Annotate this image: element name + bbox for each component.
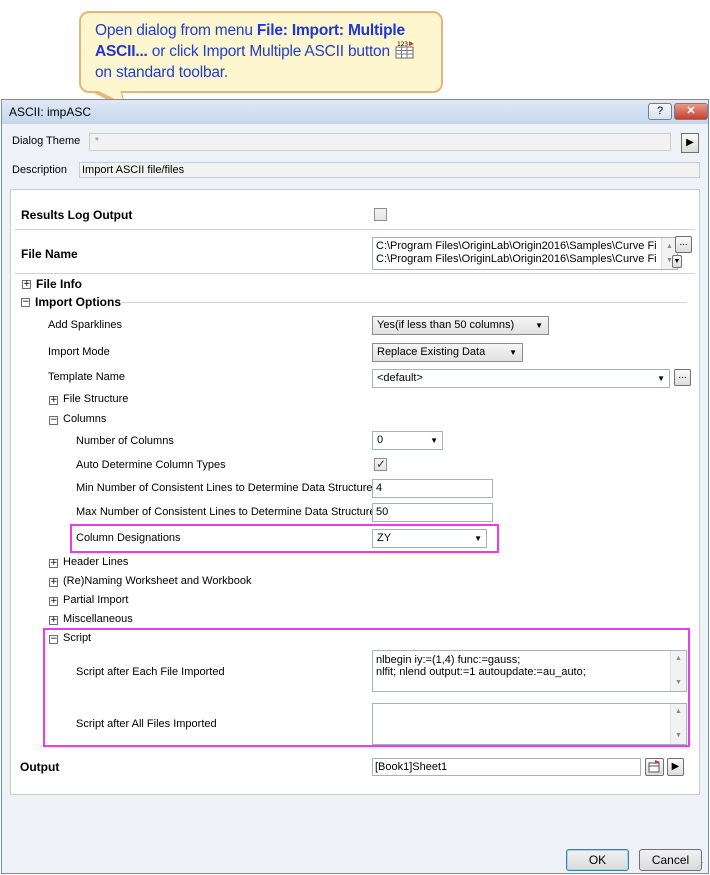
- renaming-expander[interactable]: +: [49, 578, 58, 587]
- script-line-1: nlbegin iy:=(1,4) func:=gauss;: [376, 654, 521, 666]
- import-mode-select[interactable]: Replace Existing Data ▼: [372, 343, 523, 362]
- script-each-file-textarea[interactable]: nlbegin iy:=(1,4) func:=gauss; nlfit; nl…: [372, 650, 687, 692]
- min-lines-label: Min Number of Consistent Lines to Determ…: [76, 482, 373, 494]
- miscellaneous-label: Miscellaneous: [63, 613, 133, 625]
- add-sparklines-label: Add Sparklines: [48, 319, 122, 331]
- file-path-2: C:\Program Files\OriginLab\Origin2016\Sa…: [376, 253, 657, 265]
- script-all-scrollbar[interactable]: ▲ ▼: [670, 704, 686, 744]
- chevron-down-icon: ▼: [657, 374, 665, 383]
- script-label: Script: [63, 632, 92, 644]
- callout-note: Open dialog from menu File: Import: Mult…: [79, 11, 443, 93]
- chevron-down-icon: ▼: [535, 321, 543, 330]
- script-all-files-label: Script after All Files Imported: [76, 718, 217, 730]
- miscellaneous-expander[interactable]: +: [49, 616, 58, 625]
- output-label: Output: [20, 760, 60, 774]
- number-of-columns-select[interactable]: 0 ▼: [372, 431, 443, 450]
- template-browse-button[interactable]: ...: [674, 369, 691, 386]
- results-log-label: Results Log Output: [21, 208, 133, 222]
- template-name-select[interactable]: <default> ▼: [372, 369, 670, 388]
- help-button[interactable]: ?: [648, 103, 672, 120]
- import-options-rule: [122, 302, 687, 303]
- window-title: ASCII: impASC: [9, 105, 92, 119]
- callout-text-2: or click Import Multiple ASCII button: [147, 43, 390, 60]
- template-name-value: <default>: [377, 372, 423, 384]
- file-info-expander[interactable]: +: [22, 280, 31, 289]
- partial-import-label: Partial Import: [63, 594, 129, 606]
- script-each-file-label: Script after Each File Imported: [76, 666, 225, 678]
- chevron-down-icon: ▼: [430, 436, 438, 445]
- columns-label: Columns: [63, 413, 107, 425]
- chevron-down-icon: ▼: [509, 348, 517, 357]
- callout-bold-2: ASCII...: [95, 43, 148, 60]
- chevron-down-icon: ▼: [474, 534, 482, 543]
- file-name-list[interactable]: C:\Program Files\OriginLab\Origin2016\Sa…: [372, 237, 678, 270]
- file-browse-button[interactable]: ...: [675, 236, 692, 253]
- dialog-theme-input[interactable]: *: [89, 133, 671, 151]
- header-lines-expander[interactable]: +: [49, 559, 58, 568]
- file-structure-label: File Structure: [63, 393, 129, 405]
- max-lines-input[interactable]: 50: [372, 503, 493, 522]
- output-menu-arrow[interactable]: ▶: [667, 758, 684, 776]
- file-name-label: File Name: [21, 247, 78, 261]
- script-line-2: nlfit; nlend output:=1 autoupdate:=au_au…: [376, 666, 586, 678]
- svg-text:123: 123: [397, 41, 408, 48]
- file-info-label: File Info: [36, 277, 82, 291]
- divider: [15, 229, 695, 230]
- auto-determine-label: Auto Determine Column Types: [76, 459, 226, 471]
- import-mode-value: Replace Existing Data: [377, 346, 486, 358]
- import-mode-label: Import Mode: [48, 346, 110, 358]
- partial-import-expander[interactable]: +: [49, 597, 58, 606]
- header-lines-label: Header Lines: [63, 556, 129, 568]
- resize-grip-icon[interactable]: ⋰: [696, 861, 706, 871]
- results-log-checkbox[interactable]: [374, 208, 387, 221]
- add-sparklines-value: Yes(if less than 50 columns): [377, 319, 515, 331]
- import-multiple-ascii-icon: 123: [394, 40, 416, 59]
- number-of-columns-label: Number of Columns: [76, 435, 174, 447]
- number-of-columns-value: 0: [377, 434, 384, 446]
- file-path-1: C:\Program Files\OriginLab\Origin2016\Sa…: [376, 240, 657, 252]
- callout-text-3: on standard toolbar.: [95, 64, 229, 81]
- description-label: Description: [12, 164, 68, 176]
- column-designations-label: Column Designations: [76, 532, 181, 544]
- add-sparklines-select[interactable]: Yes(if less than 50 columns) ▼: [372, 316, 549, 335]
- column-designations-select[interactable]: ZY ▼: [372, 529, 487, 548]
- import-options-toggle[interactable]: −: [21, 298, 30, 307]
- cancel-button[interactable]: Cancel: [639, 849, 702, 871]
- dialog-theme-label: Dialog Theme: [12, 135, 81, 147]
- min-lines-input[interactable]: 4: [372, 479, 493, 498]
- template-name-label: Template Name: [48, 371, 126, 383]
- auto-determine-checkbox[interactable]: [374, 457, 387, 471]
- script-expander[interactable]: −: [49, 635, 58, 644]
- ok-button[interactable]: OK: [566, 849, 629, 871]
- callout-text-1: Open dialog from menu: [95, 22, 257, 39]
- description-field: Import ASCII file/files: [79, 162, 700, 178]
- file-list-dropdown[interactable]: ▼: [672, 255, 682, 268]
- script-all-files-textarea[interactable]: ▲ ▼: [372, 703, 687, 745]
- theme-menu-arrow[interactable]: ▶: [681, 133, 699, 153]
- callout-bold-1: File: Import: Multiple: [256, 22, 405, 39]
- title-bar[interactable]: ASCII: impASC ? ✕: [2, 100, 708, 124]
- divider: [15, 273, 695, 274]
- columns-expander[interactable]: −: [49, 416, 58, 425]
- script-each-scrollbar[interactable]: ▲ ▼: [670, 651, 686, 691]
- output-pick-icon[interactable]: [645, 758, 664, 776]
- impasc-dialog: ASCII: impASC ? ✕ Dialog Theme * ▶ Descr…: [1, 99, 709, 874]
- column-designations-value: ZY: [377, 532, 392, 544]
- max-lines-label: Max Number of Consistent Lines to Determ…: [76, 506, 376, 518]
- import-options-heading: Import Options: [35, 295, 121, 309]
- renaming-label: (Re)Naming Worksheet and Workbook: [63, 575, 252, 587]
- file-structure-expander[interactable]: +: [49, 396, 58, 405]
- close-button[interactable]: ✕: [674, 103, 708, 120]
- output-field[interactable]: [Book1]Sheet1: [372, 758, 641, 776]
